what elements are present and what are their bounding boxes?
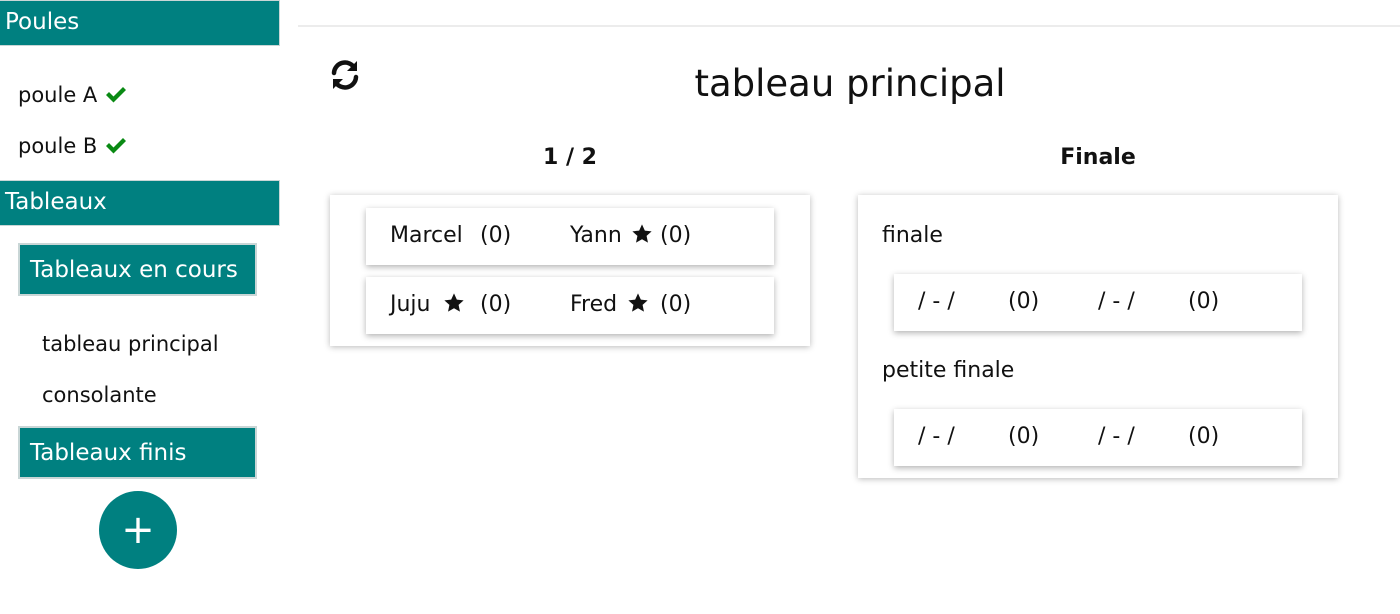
sidebar-item-consolante[interactable]: consolante (42, 383, 157, 407)
match-row[interactable]: Marcel (0) Yann (0) (366, 208, 774, 265)
match-row[interactable]: / - / (0) / - / (0) (894, 409, 1302, 466)
player-name: / - / (918, 289, 955, 314)
page-title: tableau principal (694, 62, 1006, 105)
player-score: (0) (1008, 424, 1040, 449)
star-icon (631, 223, 653, 249)
game-label-finale: finale (882, 223, 943, 248)
player-name: / - / (1098, 424, 1135, 449)
round-title-final: Finale (1060, 145, 1136, 170)
player-name: Marcel (390, 223, 463, 248)
match-row[interactable]: Juju (0) Fred (0) (366, 277, 774, 334)
sidebar-item-poule-a[interactable]: poule A (18, 83, 127, 107)
top-divider (298, 25, 1400, 27)
tableaux-en-cours-button[interactable]: Tableaux en cours (18, 243, 257, 296)
player-score: (0) (660, 223, 692, 248)
star-icon (627, 292, 649, 318)
sidebar-item-poule-b[interactable]: poule B (18, 134, 127, 158)
round-title-semifinal: 1 / 2 (543, 145, 597, 170)
player-name: Fred (570, 292, 618, 317)
player-score: (0) (1188, 289, 1220, 314)
player-score: (0) (480, 292, 512, 317)
check-icon (105, 86, 127, 104)
check-icon (105, 137, 127, 155)
game-label-petite-finale: petite finale (882, 358, 1015, 383)
player-name: Juju (390, 292, 431, 317)
refresh-icon[interactable] (328, 58, 362, 92)
tableaux-finis-button[interactable]: Tableaux finis (18, 426, 257, 479)
player-name: Yann (570, 223, 622, 248)
tableaux-header[interactable]: Tableaux (0, 180, 280, 226)
sidebar-item-tableau-principal[interactable]: tableau principal (42, 332, 219, 356)
match-row[interactable]: / - / (0) / - / (0) (894, 274, 1302, 331)
add-button[interactable]: + (99, 491, 177, 569)
player-name: / - / (1098, 289, 1135, 314)
player-score: (0) (1188, 424, 1220, 449)
pool-label: poule B (18, 134, 98, 158)
poules-header[interactable]: Poules (0, 0, 280, 46)
player-score: (0) (1008, 289, 1040, 314)
sidebar: Poules poule A poule B Tableaux Tableaux… (0, 0, 290, 614)
player-name: / - / (918, 424, 955, 449)
player-score: (0) (660, 292, 692, 317)
player-score: (0) (480, 223, 512, 248)
pool-label: poule A (18, 83, 98, 107)
star-icon (443, 292, 465, 318)
